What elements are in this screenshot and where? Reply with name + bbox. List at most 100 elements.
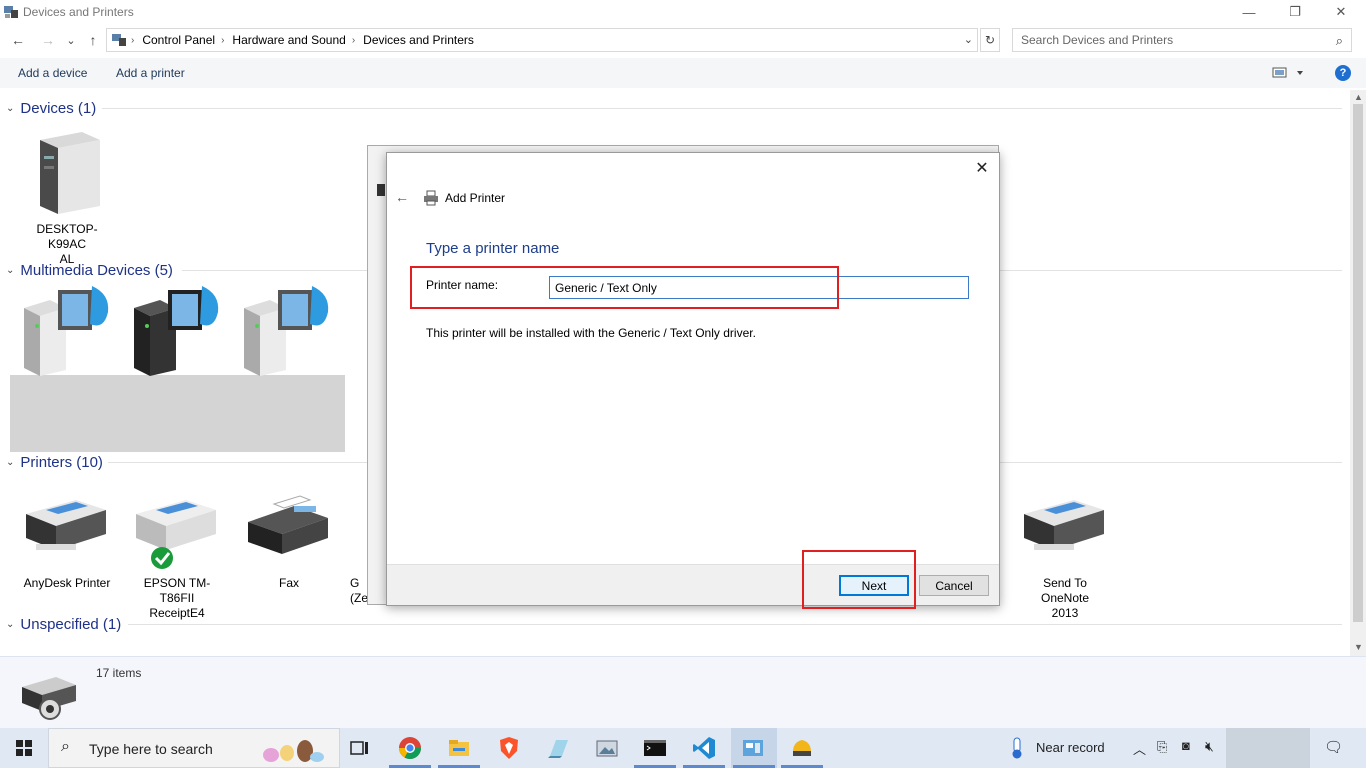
printer-icon (136, 500, 216, 569)
dialog-close-button[interactable]: ✕ (973, 159, 991, 177)
command-bar: Add a device Add a printer ? (0, 58, 1366, 88)
control-panel-icon (112, 34, 126, 46)
group-divider (102, 108, 1342, 109)
printer-label: AnyDesk Printer (23, 576, 111, 590)
scroll-down-icon[interactable]: ▼ (1354, 642, 1363, 652)
terminal-icon[interactable] (643, 736, 667, 760)
scrollbar-thumb[interactable] (1353, 104, 1363, 622)
item-count: 17 items (96, 666, 142, 680)
group-header-printers[interactable]: ⌄ Printers (10) (6, 454, 103, 471)
address-dropdown-icon[interactable]: ⌄ (964, 33, 973, 46)
task-view-icon[interactable] (348, 736, 372, 760)
scroll-up-icon[interactable]: ▲ (1354, 92, 1363, 102)
breadcrumb-control-panel[interactable]: Control Panel (142, 33, 215, 47)
devices-printers-app-icon (4, 6, 18, 18)
multimedia-device[interactable] (20, 286, 110, 381)
recent-locations-button[interactable]: ⌄ (64, 30, 78, 50)
breadcrumb-hardware-sound[interactable]: Hardware and Sound (232, 33, 345, 47)
breadcrumb-separator: › (221, 34, 225, 46)
collapse-chevron-icon: ⌄ (6, 619, 15, 630)
computer-tower-icon (40, 132, 100, 214)
printer-label: Fax (278, 576, 299, 590)
wizard-icon (377, 184, 385, 196)
search-icon: ⌕ (61, 738, 70, 755)
group-header-multimedia[interactable]: ⌄ Multimedia Devices (5) (6, 262, 173, 279)
collapse-chevron-icon: ⌄ (6, 265, 15, 276)
devices-printers-large-icon (22, 677, 76, 720)
forward-button[interactable]: → (38, 30, 58, 50)
collapse-chevron-icon: ⌄ (6, 103, 15, 114)
title-bar: Devices and Printers — ❐ ✕ (0, 0, 1366, 24)
taskbar-search-text: Type here to search (89, 741, 213, 757)
group-label: Unspecified (1) (20, 616, 122, 633)
restore-button[interactable]: ❐ (1272, 0, 1318, 24)
group-divider (128, 624, 1342, 625)
navigation-bar: ← → ⌄ ↑ › Control Panel › Hardware and S… (0, 26, 1366, 54)
highlight-printer-name (410, 266, 839, 309)
add-printer-button[interactable]: Add a printer (116, 66, 185, 80)
dialog-title: Add Printer (445, 191, 506, 205)
printer-label: Send To OneNote 2013 (1040, 576, 1090, 620)
multimedia-selection-highlight (10, 375, 345, 452)
dialog-heading: Type a printer name (426, 240, 560, 257)
breadcrumb-devices-printers[interactable]: Devices and Printers (363, 33, 474, 47)
group-label: Devices (1) (20, 100, 97, 117)
photo-viewer-icon[interactable] (595, 736, 619, 760)
refresh-button[interactable]: ↻ (980, 28, 1000, 52)
windows-start-icon[interactable] (16, 740, 32, 756)
back-button[interactable]: ← (8, 30, 28, 50)
vscode-icon[interactable] (692, 736, 716, 760)
printer-label: EPSON TM-T86FII ReceiptE4 (143, 576, 211, 620)
view-options-icon[interactable] (1272, 67, 1304, 79)
help-button[interactable]: ? (1335, 65, 1351, 81)
network-icon[interactable]: ⎘ (1157, 739, 1167, 755)
chrome-icon[interactable] (398, 736, 422, 760)
multimedia-device[interactable] (240, 286, 330, 381)
weather-text[interactable]: Near record (1036, 740, 1105, 755)
clock-area[interactable] (1226, 728, 1310, 768)
add-device-button[interactable]: Add a device (18, 66, 87, 80)
group-header-unspecified[interactable]: ⌄ Unspecified (1) (6, 616, 121, 633)
notifications-icon[interactable]: 🗨︎ (1324, 738, 1343, 756)
printer-fax[interactable]: Fax (244, 492, 334, 590)
device-desktop[interactable]: DESKTOP-K99AC AL (22, 130, 112, 266)
media-server-icon (134, 286, 219, 376)
highlight-next-button (802, 550, 916, 609)
address-bar[interactable]: › Control Panel › Hardware and Sound › D… (106, 28, 978, 52)
file-explorer-icon[interactable] (447, 736, 471, 760)
camera-icon[interactable]: ◙ (1182, 738, 1190, 753)
breadcrumb-separator: › (131, 34, 135, 46)
taskbar-search[interactable]: ⌕ Type here to search (48, 728, 340, 768)
media-server-icon (24, 286, 109, 376)
vertical-scrollbar[interactable]: ▲ ▼ (1350, 90, 1366, 656)
show-hidden-icons[interactable]: ︿ (1133, 739, 1146, 758)
printer-anydesk[interactable]: AnyDesk Printer (22, 492, 112, 590)
taskbar: ⌕ Type here to search Near record ︿ ⎘ ◙ … (0, 728, 1366, 768)
printer-epson[interactable]: EPSON TM-T86FII ReceiptE4 (132, 492, 222, 620)
fax-icon (248, 495, 328, 554)
printer-icon (1024, 500, 1104, 550)
brave-browser-icon[interactable] (497, 736, 521, 760)
printer-small-icon (424, 190, 438, 206)
search-input[interactable]: Search Devices and Printers ⌕ (1012, 28, 1352, 52)
volume-muted-icon[interactable]: 🔇︎ (1205, 738, 1214, 755)
driver-description: This printer will be installed with the … (426, 326, 756, 340)
vpn-app-icon[interactable] (790, 736, 814, 760)
control-panel-taskbar-icon[interactable] (741, 736, 765, 760)
media-server-icon (244, 286, 329, 376)
notepad-app-icon[interactable] (546, 736, 570, 760)
up-button[interactable]: ↑ (84, 30, 102, 50)
cancel-button[interactable]: Cancel (919, 575, 989, 596)
group-header-devices[interactable]: ⌄ Devices (1) (6, 100, 96, 117)
minimize-button[interactable]: — (1226, 0, 1272, 24)
group-label: Printers (10) (20, 454, 103, 471)
printer-onenote[interactable]: Send To OneNote 2013 (1020, 492, 1110, 620)
collapse-chevron-icon: ⌄ (6, 457, 15, 468)
breadcrumb-separator: › (351, 34, 356, 46)
dialog-back-button[interactable]: ← (395, 189, 409, 205)
window-title: Devices and Printers (23, 5, 134, 19)
search-placeholder: Search Devices and Printers (1021, 33, 1174, 47)
close-button[interactable]: ✕ (1318, 0, 1364, 24)
multimedia-device[interactable] (130, 286, 220, 381)
search-icon: ⌕ (1335, 33, 1343, 48)
